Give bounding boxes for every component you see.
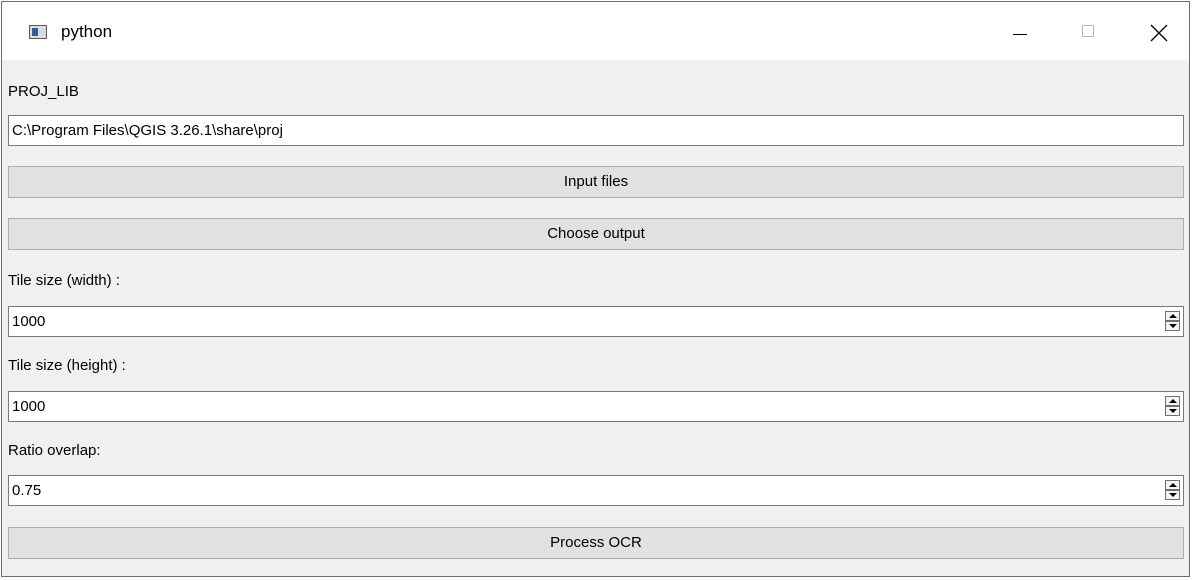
proj-lib-input[interactable]: C:\Program Files\QGIS 3.26.1\share\proj — [8, 115, 1184, 146]
tile-width-spin-buttons[interactable] — [1165, 311, 1182, 332]
maximize-button[interactable] — [1055, 2, 1123, 60]
spin-down-icon[interactable] — [1165, 321, 1180, 331]
tile-width-value: 1000 — [12, 313, 46, 330]
choose-output-button[interactable]: Choose output — [8, 218, 1184, 250]
input-files-button[interactable]: Input files — [8, 166, 1184, 198]
ratio-overlap-value: 0.75 — [12, 482, 42, 499]
spin-up-icon[interactable] — [1165, 480, 1180, 490]
spin-up-icon[interactable] — [1165, 396, 1180, 406]
close-button[interactable] — [1123, 2, 1191, 60]
window-title: python — [61, 22, 113, 41]
tile-height-label: Tile size (height) : — [8, 357, 126, 374]
tile-height-spinbox[interactable]: 1000 — [8, 391, 1184, 422]
title-bar[interactable]: python — [2, 2, 1189, 60]
app-window-icon — [29, 25, 47, 39]
ratio-overlap-spin-buttons[interactable] — [1165, 480, 1182, 501]
tile-width-spinbox[interactable]: 1000 — [8, 306, 1184, 337]
app-window: python PROJ_LIB C:\Program Files\QGIS 3.… — [1, 1, 1190, 577]
spin-down-icon[interactable] — [1165, 406, 1180, 416]
proj-lib-label: PROJ_LIB — [8, 83, 79, 100]
ratio-overlap-spinbox[interactable]: 0.75 — [8, 475, 1184, 506]
proj-lib-value: C:\Program Files\QGIS 3.26.1\share\proj — [12, 122, 283, 139]
spin-up-icon[interactable] — [1165, 311, 1180, 321]
form-panel: PROJ_LIB C:\Program Files\QGIS 3.26.1\sh… — [2, 60, 1189, 576]
maximize-icon — [1082, 25, 1094, 37]
minimize-button[interactable] — [987, 2, 1055, 60]
close-icon — [1150, 24, 1168, 42]
ratio-overlap-label: Ratio overlap: — [8, 442, 101, 459]
tile-width-label: Tile size (width) : — [8, 272, 120, 289]
tile-height-value: 1000 — [12, 398, 46, 415]
spin-down-icon[interactable] — [1165, 490, 1180, 500]
process-ocr-button[interactable]: Process OCR — [8, 527, 1184, 559]
tile-height-spin-buttons[interactable] — [1165, 396, 1182, 417]
